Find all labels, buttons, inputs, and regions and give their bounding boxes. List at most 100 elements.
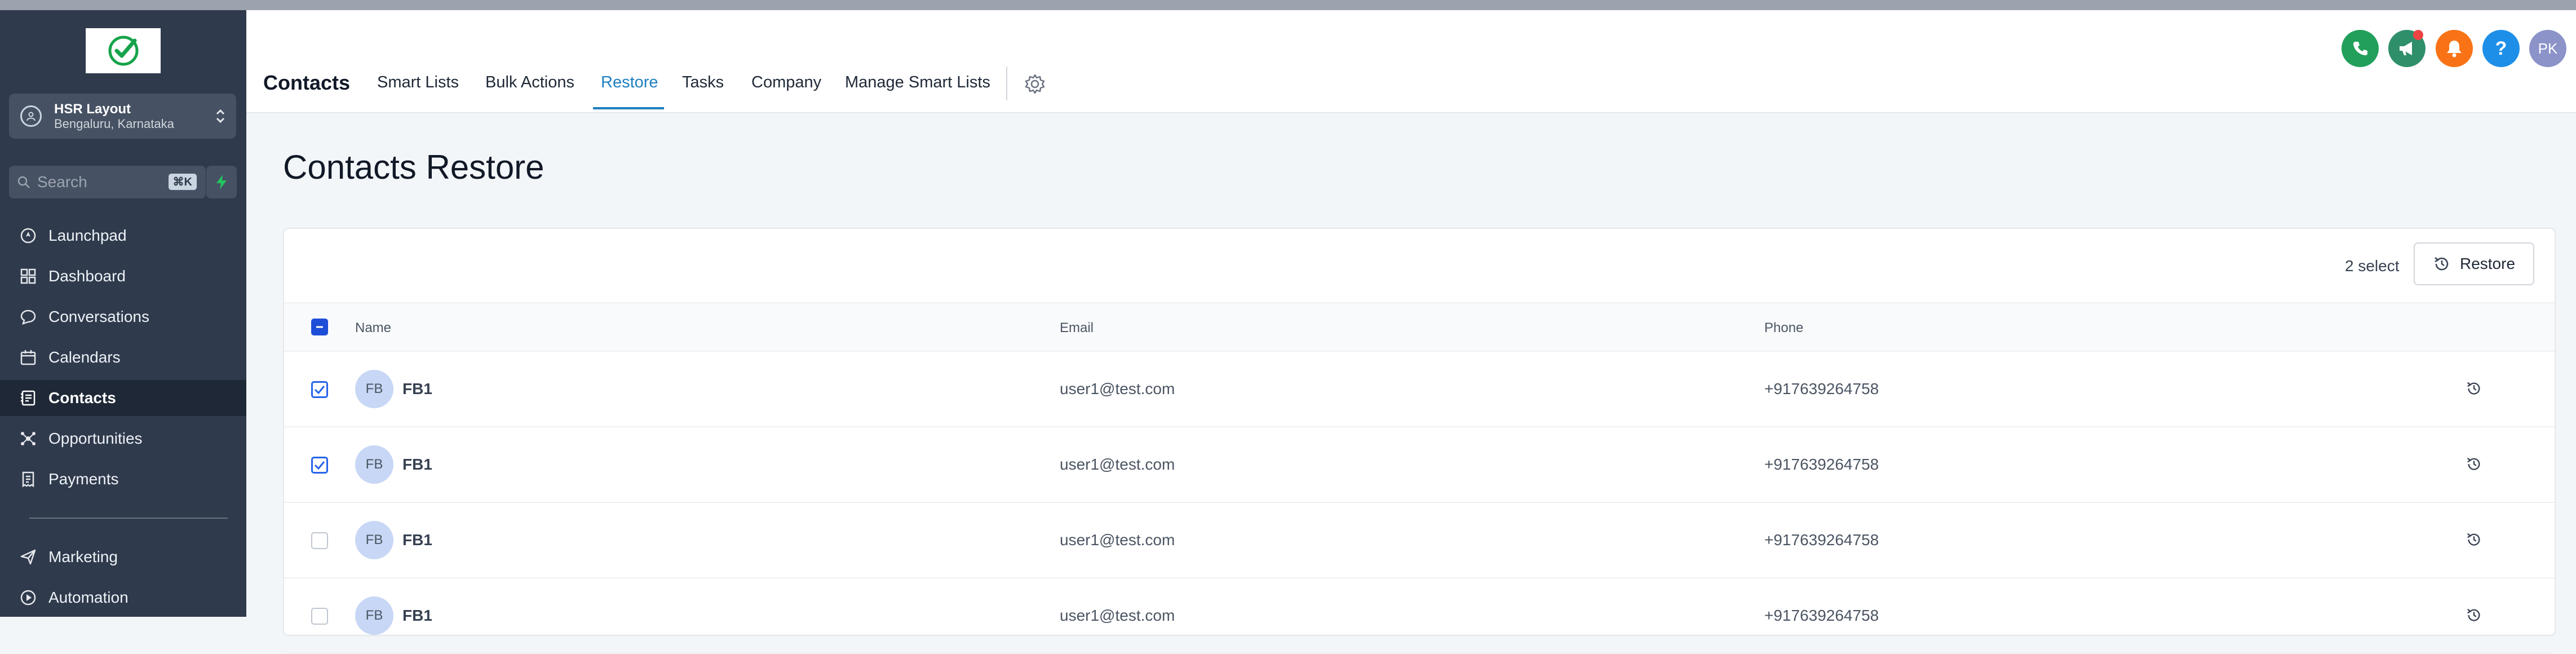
user-avatar[interactable]: PK [2529, 30, 2566, 67]
notification-dot [2413, 30, 2423, 40]
contact-avatar: FB [355, 370, 393, 408]
contact-phone: +917639264758 [1764, 380, 1879, 397]
automation-icon [18, 589, 38, 606]
sidebar-item-dashboard[interactable]: Dashboard [0, 258, 246, 294]
send-icon [18, 549, 38, 565]
location-subtitle: Bengaluru, Karnataka [54, 117, 174, 131]
location-switcher[interactable]: HSR Layout Bengaluru, Karnataka [9, 94, 236, 139]
sidebar-item-calendars[interactable]: Calendars [0, 339, 246, 375]
contact-phone: +917639264758 [1764, 531, 1879, 549]
sidebar-item-label: Conversations [48, 308, 149, 325]
column-header-phone[interactable]: Phone [1764, 320, 1803, 336]
tab-company[interactable]: Company [751, 73, 821, 92]
search-icon [17, 176, 30, 188]
row-checkbox[interactable] [311, 457, 328, 474]
sidebar-divider [29, 518, 228, 519]
check-icon [314, 461, 325, 470]
sidebar-item-label: Opportunities [48, 430, 143, 447]
sidebar-item-payments[interactable]: Payments [0, 461, 246, 497]
dashboard-icon [18, 268, 38, 285]
contact-phone: +917639264758 [1764, 456, 1879, 473]
window-top-strip [0, 0, 2576, 10]
restore-icon[interactable] [2466, 607, 2482, 624]
column-header-name[interactable]: Name [355, 320, 391, 336]
contact-name[interactable]: FB1 [402, 607, 432, 625]
column-header-email[interactable]: Email [1060, 320, 1094, 336]
contacts-restore-card: 2 select Restore Name Email Phone FB FB1… [283, 228, 2556, 654]
notifications-button[interactable] [2436, 30, 2473, 67]
sidebar-item-label: Payments [48, 470, 119, 488]
sidebar-item-launchpad[interactable]: Launchpad [0, 218, 246, 254]
contact-phone: +917639264758 [1764, 607, 1879, 624]
sidebar-item-label: Dashboard [48, 267, 126, 285]
launchpad-icon [18, 227, 38, 244]
tab-smart-lists[interactable]: Smart Lists [377, 73, 459, 92]
restore-icon[interactable] [2466, 531, 2482, 548]
page-section-title: Contacts [263, 71, 351, 94]
location-avatar [20, 105, 42, 127]
sidebar-item-opportunities[interactable]: Opportunities [0, 421, 246, 457]
sidebar: HSR Layout Bengaluru, Karnataka Search ⌘… [0, 10, 246, 617]
sidebar-item-marketing[interactable]: Marketing [0, 539, 246, 575]
sidebar-item-label: Contacts [48, 389, 116, 406]
tab-separator [1006, 67, 1007, 100]
chat-icon [18, 308, 38, 325]
restore-button[interactable]: Restore [2414, 242, 2534, 285]
sidebar-search[interactable]: Search ⌘K [9, 166, 206, 198]
minus-icon [316, 326, 323, 328]
tab-bulk-actions[interactable]: Bulk Actions [485, 73, 574, 92]
contact-name[interactable]: FB1 [402, 531, 432, 549]
restore-button-label: Restore [2459, 255, 2516, 272]
brand-logo[interactable] [86, 28, 161, 73]
gear-icon[interactable] [1024, 73, 1046, 95]
calendar-icon [18, 349, 38, 366]
megaphone-icon [2400, 42, 2412, 55]
lightning-icon [216, 175, 227, 189]
contact-name[interactable]: FB1 [402, 380, 432, 398]
announcements-button[interactable] [2388, 30, 2425, 67]
phone-icon [2353, 42, 2367, 55]
search-input[interactable]: Search [37, 173, 87, 191]
contacts-icon [18, 390, 38, 406]
selection-count: 2 select [2345, 257, 2400, 275]
row-checkbox[interactable] [311, 532, 328, 549]
row-checkbox[interactable] [311, 381, 328, 398]
contact-avatar: FB [355, 596, 393, 635]
sidebar-item-contacts[interactable]: Contacts [0, 380, 246, 416]
restore-icon [2435, 257, 2449, 271]
check-logo-icon [108, 36, 138, 66]
top-navigation-bar: Contacts Smart Lists Bulk Actions Restor… [246, 10, 2576, 113]
select-all-checkbox[interactable] [311, 319, 328, 335]
search-shortcut-badge: ⌘K [168, 174, 197, 190]
contact-email: user1@test.com [1060, 456, 1175, 473]
sidebar-item-label: Marketing [48, 548, 118, 565]
sidebar-item-label: Launchpad [48, 227, 127, 244]
active-tab-indicator [593, 107, 664, 109]
contact-email: user1@test.com [1060, 380, 1175, 397]
phone-button[interactable] [2342, 30, 2379, 67]
payments-icon [18, 471, 38, 488]
chevron-updown-icon [216, 109, 225, 123]
table-header: Name Email Phone [284, 302, 2555, 352]
table-row[interactable]: FB FB1 user1@test.com +917639264758 [284, 503, 2555, 578]
restore-icon[interactable] [2466, 456, 2482, 472]
tab-tasks[interactable]: Tasks [682, 73, 724, 92]
tab-restore[interactable]: Restore [601, 73, 658, 92]
table-row[interactable]: FB FB1 user1@test.com +917639264758 [284, 352, 2555, 427]
location-name: HSR Layout [54, 101, 131, 117]
table-row[interactable]: FB FB1 user1@test.com +917639264758 [284, 427, 2555, 503]
opportunities-icon [18, 430, 38, 447]
contact-avatar: FB [355, 445, 393, 484]
table-row[interactable]: FB FB1 user1@test.com +917639264758 [284, 578, 2555, 654]
row-checkbox[interactable] [311, 608, 328, 625]
user-icon [26, 112, 36, 121]
help-button[interactable]: ? [2482, 30, 2520, 67]
contact-name[interactable]: FB1 [402, 456, 432, 474]
restore-icon[interactable] [2466, 380, 2482, 397]
sidebar-item-conversations[interactable]: Conversations [0, 299, 246, 335]
page-title: Contacts Restore [283, 148, 545, 186]
sidebar-item-automation[interactable]: Automation [0, 580, 246, 616]
tab-manage-smart-lists[interactable]: Manage Smart Lists [845, 73, 990, 92]
check-icon [314, 386, 325, 395]
quick-action-button[interactable] [206, 166, 237, 198]
